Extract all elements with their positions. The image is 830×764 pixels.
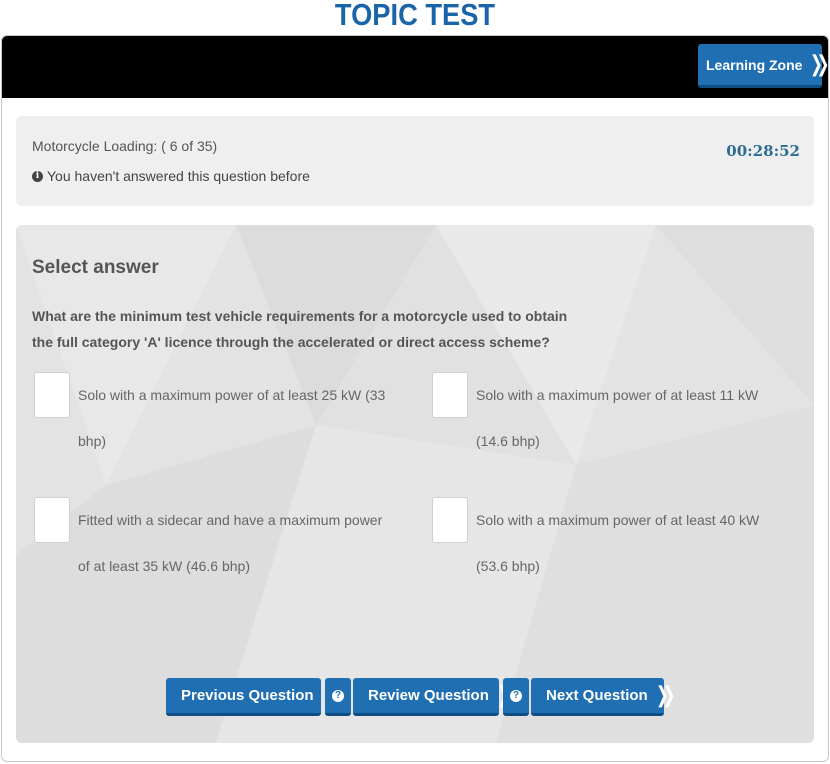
double-chevron-right-icon: ❯❯ [810,51,828,77]
question-panel: Select answer What are the minimum test … [16,225,814,743]
answer-label: Solo with a maximum power of at least 11… [476,387,759,449]
answer-option-2[interactable]: Solo with a maximum power of at least 11… [432,372,786,464]
learning-zone-label: Learning Zone [706,56,803,73]
answer-label: Solo with a maximum power of at least 25… [78,387,386,449]
countdown-timer: 00:28:52 [726,142,800,160]
review-question-button[interactable]: Review Question ❯❯ [353,678,516,716]
next-question-label: Next Question [546,687,648,704]
info-icon: i [32,170,43,182]
test-frame: Learning Zone ❯❯ Motorcycle Loading: ( 6… [1,35,829,762]
answer-status: i You haven't answered this question bef… [32,168,310,184]
answer-label: Fitted with a sidecar and have a maximum… [78,512,383,574]
page-title: TOPIC TEST [334,0,496,32]
answer-checkbox[interactable] [432,372,468,418]
status-panel: Motorcycle Loading: ( 6 of 35) i You hav… [16,116,814,206]
learning-zone-button[interactable]: Learning Zone ❯❯ [698,44,828,88]
select-answer-heading: Select answer [32,257,159,278]
previous-question-button[interactable]: Previous Question ❯❯ [166,678,341,716]
answer-checkbox[interactable] [432,497,468,543]
question-text: What are the minimum test vehicle requir… [32,308,568,350]
answer-status-text: You haven't answered this question befor… [47,168,310,184]
answer-option-4[interactable]: Solo with a maximum power of at least 40… [432,497,786,589]
answer-checkbox[interactable] [34,497,70,543]
review-question-label: Review Question [368,687,489,704]
question-mark-icon: ? [332,689,344,702]
question-mark-icon: ? [510,689,522,702]
previous-question-label: Previous Question [181,687,314,704]
answer-option-1[interactable]: Solo with a maximum power of at least 25… [34,372,388,464]
previous-help-button[interactable]: ? [325,678,351,716]
question-progress: Motorcycle Loading: ( 6 of 35) [32,138,218,154]
answer-option-3[interactable]: Fitted with a sidecar and have a maximum… [34,497,388,589]
double-chevron-right-icon: ❯❯ [655,682,675,708]
next-question-button[interactable]: Next Question ❯❯ [531,678,675,716]
answer-label: Solo with a maximum power of at least 40… [476,512,760,574]
review-help-button[interactable]: ? [503,678,529,716]
answer-checkbox[interactable] [34,372,70,418]
top-bar: Learning Zone ❯❯ [2,36,828,98]
